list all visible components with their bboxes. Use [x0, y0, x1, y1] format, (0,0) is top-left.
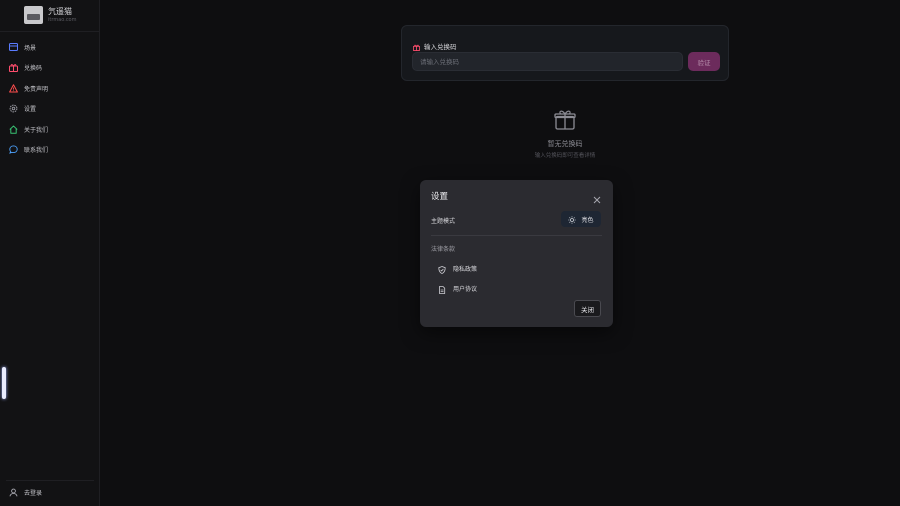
brand-divider — [0, 31, 100, 32]
redeem-card: 输入兑换码 验证 — [401, 25, 729, 81]
document-icon — [438, 279, 446, 298]
theme-mode-label: 主题模式 — [431, 218, 456, 225]
verify-button[interactable]: 验证 — [688, 52, 720, 71]
sidebar-item-label: 关于我们 — [24, 126, 49, 134]
sidebar-item-label: 设置 — [24, 106, 37, 114]
warning-icon — [9, 84, 18, 93]
settings-modal: 设置 主题模式 亮色 法律条款 隐私政策 用户协议 关闭 — [420, 180, 613, 327]
gear-icon — [9, 104, 18, 113]
sidebar-item-scenes[interactable]: 场景 — [9, 37, 93, 58]
shield-icon — [438, 259, 446, 278]
sidebar-item-settings[interactable]: 设置 — [9, 99, 93, 120]
legal-section-label: 法律条款 — [431, 246, 456, 253]
privacy-policy-link[interactable]: 隐私政策 — [438, 259, 477, 278]
sidebar-item-label: 兑换码 — [24, 65, 43, 73]
chat-icon — [9, 145, 18, 155]
sidebar-nav: 场景 兑换码 免责声明 设置 关于我们 联系我们 — [9, 37, 93, 160]
sidebar-item-label: 场景 — [24, 44, 37, 52]
empty-state: 暂无兑换码 输入兑换码即可查看详情 — [465, 109, 665, 159]
sidebar-item-label: 免责声明 — [24, 85, 49, 93]
modal-divider — [431, 235, 602, 236]
sidebar-bottom-divider — [6, 480, 94, 481]
user-agreement-link[interactable]: 用户协议 — [438, 279, 477, 298]
user-icon — [9, 488, 18, 497]
theme-toggle-button[interactable]: 亮色 — [561, 211, 601, 227]
close-icon[interactable] — [592, 190, 602, 204]
empty-title: 暂无兑换码 — [547, 140, 583, 148]
brand[interactable]: 氕遥猫 itrmao.com — [24, 6, 77, 24]
home-icon — [9, 125, 18, 134]
sidebar-item-contact[interactable]: 联系我们 — [9, 140, 93, 161]
close-button[interactable]: 关闭 — [574, 300, 601, 317]
brand-subtitle: itrmao.com — [48, 16, 77, 23]
empty-subtitle: 输入兑换码即可查看详情 — [534, 153, 596, 159]
sidebar: 氕遥猫 itrmao.com 场景 兑换码 免责声明 设置 关于我们 联系我们 … — [0, 0, 100, 506]
legal-item-label: 用户协议 — [453, 286, 478, 293]
redeem-code-input[interactable] — [412, 52, 683, 71]
brand-logo — [24, 6, 43, 24]
redeem-title: 输入兑换码 — [424, 42, 457, 51]
theme-value-label: 亮色 — [581, 217, 594, 224]
gift-icon — [465, 109, 665, 135]
sidebar-item-disclaimer[interactable]: 免责声明 — [9, 78, 93, 99]
legal-item-label: 隐私政策 — [453, 266, 478, 273]
card-icon — [9, 43, 18, 52]
sidebar-item-redeem[interactable]: 兑换码 — [9, 58, 93, 79]
login-label: 去登录 — [24, 490, 43, 497]
gift-icon — [9, 63, 18, 73]
modal-title: 设置 — [431, 192, 449, 202]
sidebar-item-label: 联系我们 — [24, 147, 49, 155]
login-button[interactable]: 去登录 — [9, 488, 42, 497]
scroll-handle[interactable] — [2, 367, 6, 399]
brand-name: 氕遥猫 — [48, 6, 72, 16]
sidebar-item-about[interactable]: 关于我们 — [9, 119, 93, 140]
sun-icon — [568, 212, 577, 227]
